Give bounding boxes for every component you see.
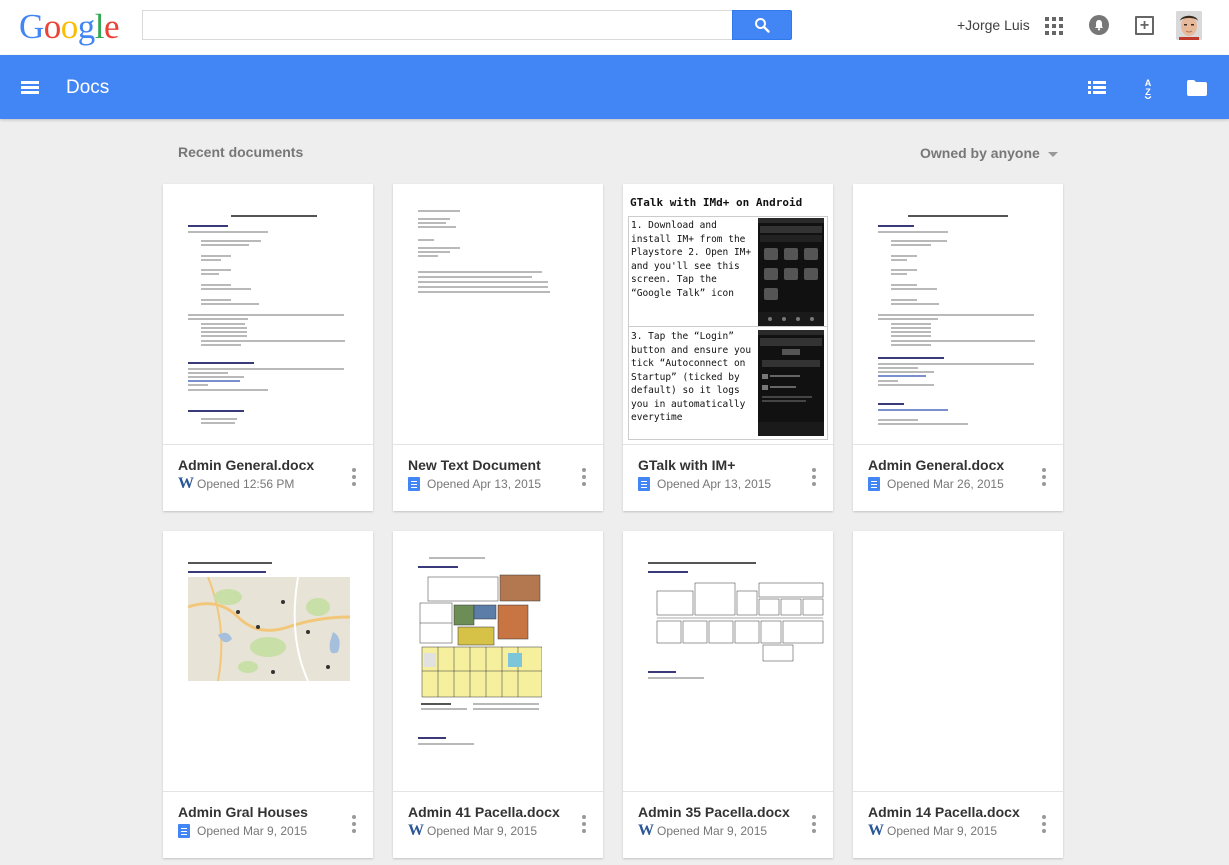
more-options-icon[interactable] (581, 815, 587, 833)
phone-screenshot-icon (758, 218, 824, 326)
document-card[interactable]: Admin 35 Pacella.docx W Opened Mar 9, 20… (623, 531, 833, 858)
share-plus-icon[interactable]: + (1135, 16, 1154, 35)
google-doc-icon (638, 477, 650, 491)
opened-date: Opened Mar 9, 2015 (427, 824, 538, 838)
thumbnail-step-one: 1. Download and install IM+ from the Pla… (631, 220, 752, 299)
opened-date: Opened Mar 9, 2015 (197, 824, 308, 838)
document-meta: W Opened 12:56 PM (178, 475, 295, 492)
thumbnail-step-three: 3. Tap the “Login” button and ensure you… (631, 331, 752, 423)
hamburger-menu-icon[interactable] (21, 81, 39, 94)
floorplan-image-icon (656, 582, 824, 662)
thumbnail-heading: GTalk with IMd+ on Android (630, 196, 803, 209)
folder-picker-icon[interactable] (1187, 80, 1207, 96)
recent-documents-heading: Recent documents (178, 144, 304, 160)
document-thumbnail (853, 531, 1063, 792)
more-options-icon[interactable] (581, 468, 587, 486)
document-title: Admin 14 Pacella.docx (868, 804, 1020, 820)
floorplan-image-icon (418, 573, 542, 701)
more-options-icon[interactable] (811, 815, 817, 833)
document-card[interactable]: Admin General.docx W Opened 12:56 PM (163, 184, 373, 511)
document-thumbnail (393, 531, 603, 792)
word-file-icon: W (638, 822, 654, 839)
google-doc-icon (178, 824, 190, 838)
opened-date: Opened Apr 13, 2015 (657, 477, 772, 491)
notifications-bell-icon[interactable] (1089, 15, 1109, 35)
document-title: GTalk with IM+ (638, 457, 736, 473)
document-thumbnail (623, 531, 833, 792)
more-options-icon[interactable] (811, 468, 817, 486)
google-logo[interactable]: Google (19, 9, 120, 45)
document-title: Admin General.docx (178, 457, 315, 473)
sort-az-icon[interactable]: A Z (1138, 77, 1158, 100)
app-title: Docs (66, 77, 110, 98)
document-meta: Opened Mar 9, 2015 (178, 824, 307, 838)
google-doc-icon (408, 477, 420, 491)
document-meta: Opened Apr 13, 2015 (408, 477, 541, 491)
document-card[interactable]: GTalk with IMd+ on Android 1. Download a… (623, 184, 833, 511)
google-bar: Google +Jorge Luis + (0, 0, 1229, 55)
apps-grid-icon[interactable] (1045, 17, 1063, 35)
docs-app-bar: Docs A Z (0, 55, 1229, 119)
word-file-icon: W (868, 822, 884, 839)
document-meta: W Opened Mar 9, 2015 (638, 822, 768, 839)
document-card[interactable]: Admin 41 Pacella.docx W Opened Mar 9, 20… (393, 531, 603, 858)
search-button[interactable] (732, 10, 792, 40)
phone-login-screenshot-icon (758, 330, 824, 436)
avatar[interactable] (1176, 11, 1202, 40)
owner-filter-dropdown[interactable]: Owned by anyone (920, 145, 1058, 161)
document-thumbnail (853, 184, 1063, 445)
list-view-icon[interactable] (1088, 81, 1106, 95)
owner-filter-label: Owned by anyone (920, 145, 1040, 161)
word-file-icon: W (178, 475, 194, 492)
more-options-icon[interactable] (351, 815, 357, 833)
document-thumbnail (163, 531, 373, 792)
google-doc-icon (868, 477, 880, 491)
document-title: Admin 35 Pacella.docx (638, 804, 790, 820)
document-meta: W Opened Mar 9, 2015 (408, 822, 538, 839)
map-image-icon (188, 577, 350, 681)
more-options-icon[interactable] (1041, 468, 1047, 486)
document-thumbnail (163, 184, 373, 445)
word-file-icon: W (408, 822, 424, 839)
dropdown-caret-icon (1047, 151, 1058, 157)
document-title: Admin Gral Houses (178, 804, 308, 820)
document-card[interactable]: Admin 14 Pacella.docx W Opened Mar 9, 20… (853, 531, 1063, 858)
opened-date: Opened Mar 26, 2015 (887, 477, 1004, 491)
opened-date: Opened 12:56 PM (197, 477, 295, 491)
document-title: Admin 41 Pacella.docx (408, 804, 560, 820)
more-options-icon[interactable] (1041, 815, 1047, 833)
document-title: New Text Document (408, 457, 541, 473)
document-meta: W Opened Mar 9, 2015 (868, 822, 998, 839)
user-name-link[interactable]: +Jorge Luis (957, 17, 1030, 33)
document-thumbnail: GTalk with IMd+ on Android 1. Download a… (623, 184, 833, 445)
document-title: Admin General.docx (868, 457, 1005, 473)
document-card[interactable]: Admin General.docx Opened Mar 26, 2015 (853, 184, 1063, 511)
opened-date: Opened Apr 13, 2015 (427, 477, 542, 491)
opened-date: Opened Mar 9, 2015 (887, 824, 998, 838)
document-card[interactable]: New Text Document Opened Apr 13, 2015 (393, 184, 603, 511)
document-thumbnail (393, 184, 603, 445)
opened-date: Opened Mar 9, 2015 (657, 824, 768, 838)
document-meta: Opened Mar 26, 2015 (868, 477, 1004, 491)
document-card[interactable]: Admin Gral Houses Opened Mar 9, 2015 (163, 531, 373, 858)
svg-text:Z: Z (1145, 87, 1151, 97)
search-input[interactable] (142, 10, 733, 40)
search-icon (755, 18, 770, 33)
more-options-icon[interactable] (351, 468, 357, 486)
document-meta: Opened Apr 13, 2015 (638, 477, 771, 491)
